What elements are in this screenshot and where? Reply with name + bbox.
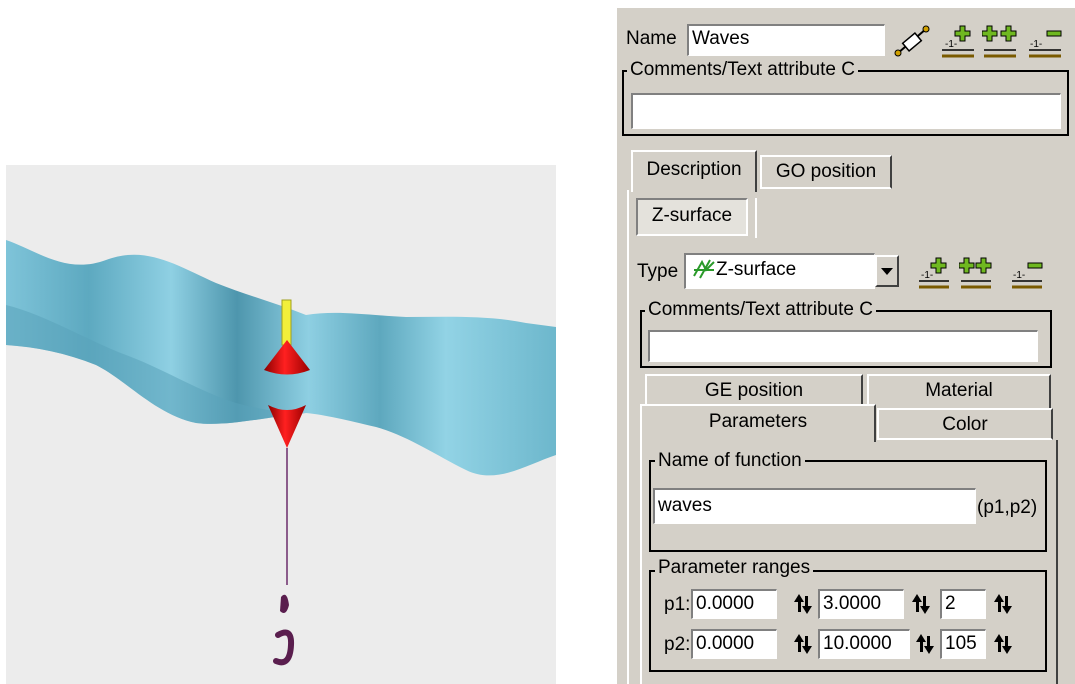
p1-from-spin-arrows-icon[interactable] bbox=[793, 592, 813, 616]
p2-from-spin-arrows-icon[interactable] bbox=[793, 632, 813, 656]
z-surface-icon bbox=[693, 259, 715, 279]
tab-z-surface-label: Z-surface bbox=[651, 205, 733, 226]
p1-steps-spin-arrows-icon[interactable] bbox=[993, 592, 1013, 616]
p1-label: p1: bbox=[664, 594, 691, 615]
hook bbox=[273, 629, 295, 666]
p1-to-spin-arrows-icon[interactable] bbox=[911, 592, 931, 616]
name-field[interactable]: Waves bbox=[687, 24, 885, 56]
tab-parameters[interactable]: Parameters bbox=[640, 404, 876, 442]
tab-go-position-label: GO position bbox=[775, 161, 877, 182]
tab-z-surface[interactable]: Z-surface bbox=[636, 198, 748, 236]
float-antenna bbox=[281, 299, 292, 346]
add-after-icon[interactable]: -1- bbox=[940, 22, 978, 60]
tab-color-label: Color bbox=[942, 414, 988, 435]
tab-parameters-label: Parameters bbox=[708, 411, 808, 432]
type-remove-icon[interactable]: -1- bbox=[1010, 255, 1046, 291]
function-name-field[interactable]: waves bbox=[653, 488, 976, 524]
function-group-title: Name of function bbox=[655, 451, 805, 471]
p2-label: p2: bbox=[664, 634, 691, 655]
comments-group-title: Comments/Text attribute C bbox=[627, 60, 858, 80]
type-add-before-icon[interactable] bbox=[959, 255, 995, 291]
dropdown-arrow-icon bbox=[881, 268, 893, 275]
tab-description-label: Description bbox=[646, 159, 742, 180]
name-label: Name bbox=[626, 28, 677, 49]
type-dropdown-button[interactable] bbox=[875, 255, 899, 287]
p2-from-field[interactable]: 0.0000 bbox=[691, 629, 777, 659]
type-label: Type bbox=[637, 261, 679, 282]
link-icon[interactable] bbox=[892, 23, 932, 57]
tab-color[interactable]: Color bbox=[877, 408, 1053, 440]
p1-steps-field[interactable]: 2 bbox=[940, 589, 986, 619]
p1-to-field[interactable]: 3.0000 bbox=[818, 589, 904, 619]
ranges-group-title: Parameter ranges bbox=[655, 558, 814, 578]
type-add-after-icon[interactable]: -1- bbox=[917, 255, 953, 291]
svg-text:-1-: -1- bbox=[945, 39, 957, 50]
type-select-value: Z-surface bbox=[716, 259, 797, 280]
3d-viewport[interactable] bbox=[6, 165, 556, 684]
p1-from-field[interactable]: 0.0000 bbox=[691, 589, 777, 619]
tab-material-label: Material bbox=[925, 380, 993, 401]
type-comments-field[interactable] bbox=[648, 330, 1038, 362]
p2-steps-spin-arrows-icon[interactable] bbox=[993, 632, 1013, 656]
p2-to-spin-arrows-icon[interactable] bbox=[915, 632, 935, 656]
tab-go-position[interactable]: GO position bbox=[760, 155, 892, 189]
scene-svg bbox=[6, 240, 556, 666]
add-before-icon[interactable] bbox=[982, 22, 1020, 60]
property-panel: Name Waves -1- -1- Comments/Text attribu… bbox=[617, 8, 1075, 684]
tab-ge-position-label: GE position bbox=[704, 380, 804, 401]
function-params-suffix: (p1,p2) bbox=[977, 497, 1038, 518]
comments-field[interactable] bbox=[631, 93, 1061, 129]
tab-material[interactable]: Material bbox=[867, 374, 1051, 408]
svg-text:-1-: -1- bbox=[1030, 39, 1042, 50]
remove-icon[interactable]: -1- bbox=[1027, 22, 1065, 60]
type-comments-group-title: Comments/Text attribute C bbox=[645, 300, 876, 320]
subtab-divider bbox=[755, 198, 757, 238]
svg-text:-1-: -1- bbox=[1013, 270, 1025, 281]
sinker bbox=[280, 594, 289, 613]
tab-ge-position[interactable]: GE position bbox=[645, 374, 863, 408]
svg-text:-1-: -1- bbox=[921, 270, 933, 281]
tab-description[interactable]: Description bbox=[631, 150, 757, 192]
float-bottom bbox=[268, 405, 306, 448]
p2-steps-field[interactable]: 105 bbox=[940, 629, 986, 659]
p2-to-field[interactable]: 10.0000 bbox=[818, 629, 910, 659]
